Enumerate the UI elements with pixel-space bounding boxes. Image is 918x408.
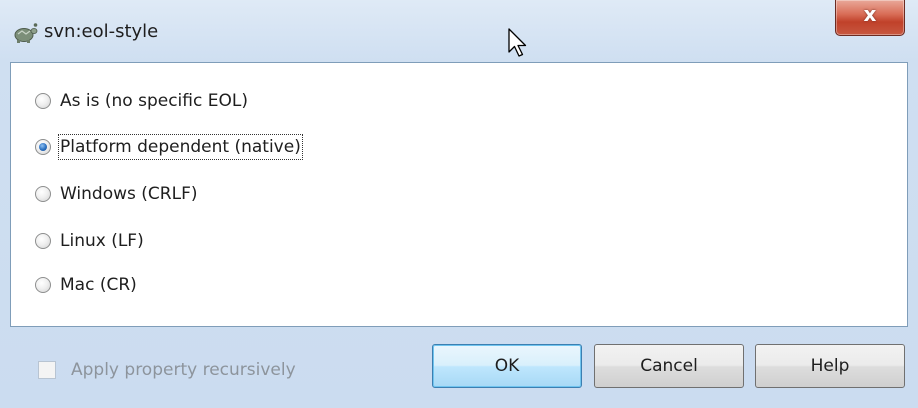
apply-recursively-option[interactable]: Apply property recursively	[38, 358, 296, 382]
window-title: svn:eol-style	[44, 21, 159, 42]
radio-label: Linux (LF)	[60, 231, 144, 251]
radio-button-selected[interactable]	[35, 139, 51, 155]
radio-button[interactable]	[35, 233, 51, 249]
cancel-button[interactable]: Cancel	[594, 344, 744, 388]
radio-label: Platform dependent (native)	[58, 134, 303, 160]
radio-option-platform-dependent[interactable]: Platform dependent (native)	[35, 134, 303, 160]
radio-label: As is (no specific EOL)	[60, 91, 248, 111]
eol-options-panel: As is (no specific EOL) Platform depende…	[10, 62, 908, 327]
close-button[interactable]: x	[835, 0, 905, 36]
radio-button[interactable]	[35, 93, 51, 109]
close-icon: x	[863, 2, 877, 26]
title-bar[interactable]: svn:eol-style x	[0, 0, 918, 62]
tortoise-icon	[14, 23, 38, 43]
radio-option-mac[interactable]: Mac (CR)	[35, 272, 137, 298]
ok-button[interactable]: OK	[432, 344, 582, 388]
radio-option-linux[interactable]: Linux (LF)	[35, 228, 144, 254]
radio-button[interactable]	[35, 277, 51, 293]
apply-recursively-label: Apply property recursively	[71, 360, 296, 380]
radio-option-as-is[interactable]: As is (no specific EOL)	[35, 88, 248, 114]
radio-label: Windows (CRLF)	[60, 184, 198, 204]
radio-button[interactable]	[35, 186, 51, 202]
radio-option-windows[interactable]: Windows (CRLF)	[35, 181, 198, 207]
radio-label: Mac (CR)	[60, 275, 137, 295]
help-button[interactable]: Help	[755, 344, 905, 388]
mouse-pointer-icon	[508, 28, 527, 57]
apply-recursively-checkbox[interactable]	[38, 361, 56, 379]
dialog-window: svn:eol-style x As is (no specific EOL) …	[0, 0, 918, 408]
